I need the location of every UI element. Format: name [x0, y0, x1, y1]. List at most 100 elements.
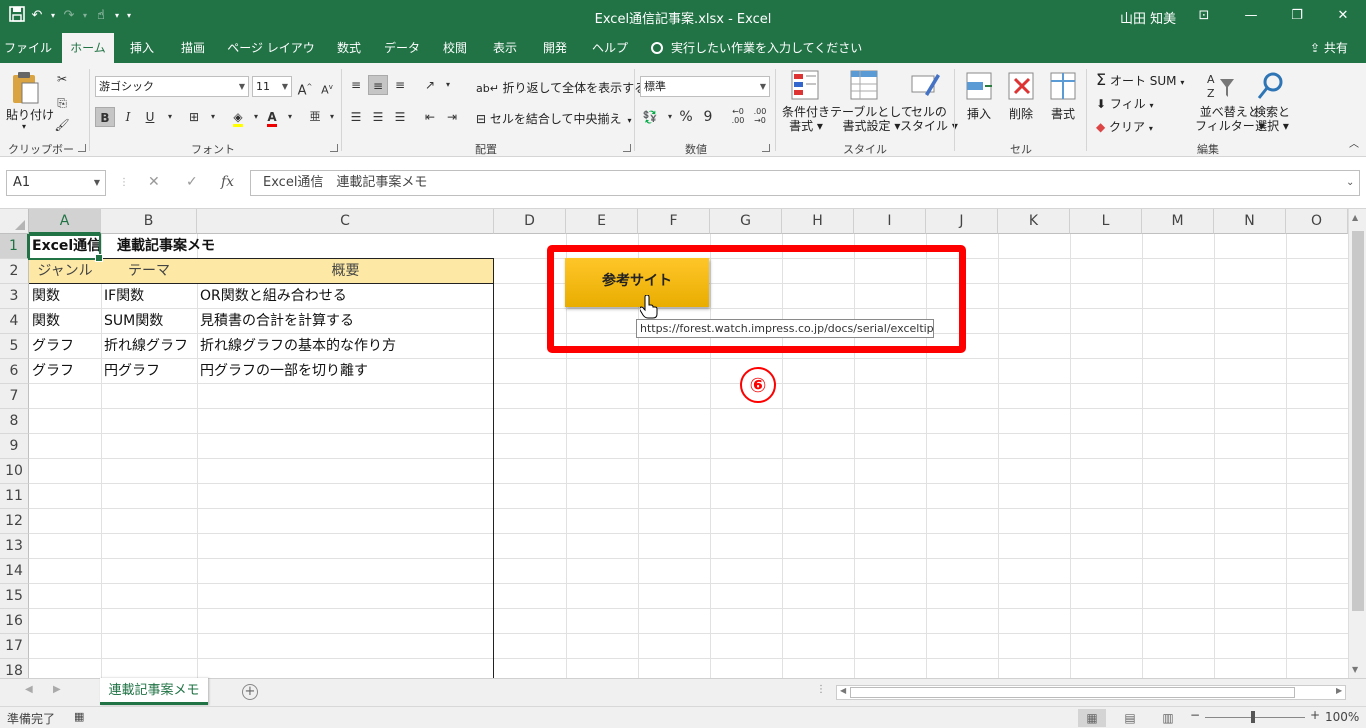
decrease-indent-icon[interactable]: ⇤: [420, 107, 440, 127]
sheet-next-icon[interactable]: ▶: [53, 684, 61, 695]
row-header-1[interactable]: 1: [0, 234, 29, 259]
merge-center-button[interactable]: ⊟ セルを結合して中央揃え ▾: [476, 110, 632, 127]
table-cell[interactable]: SUM関数: [101, 309, 163, 334]
row-header-2[interactable]: 2: [0, 259, 29, 284]
column-header-m[interactable]: M: [1142, 209, 1214, 234]
font-launcher-icon[interactable]: [330, 144, 338, 152]
row-header-16[interactable]: 16: [0, 609, 29, 634]
add-sheet-icon[interactable]: +: [242, 684, 258, 700]
row-header-3[interactable]: 3: [0, 284, 29, 309]
table-cell[interactable]: 折れ線グラフ: [101, 334, 188, 359]
scroll-left-icon[interactable]: ◀: [840, 686, 846, 695]
share-button[interactable]: ⇪ 共有: [1310, 33, 1348, 63]
cut-icon[interactable]: ✂: [52, 69, 72, 89]
column-header-i[interactable]: I: [854, 209, 926, 234]
table-cell[interactable]: 折れ線グラフの基本的な作り方: [197, 334, 396, 359]
cancel-entry-icon[interactable]: ✕: [148, 174, 160, 190]
scroll-thumb[interactable]: [1352, 231, 1364, 611]
tab-data[interactable]: データ: [376, 33, 428, 63]
restore-icon[interactable]: ❐: [1282, 4, 1312, 28]
column-header-o[interactable]: O: [1286, 209, 1348, 234]
row-header-4[interactable]: 4: [0, 309, 29, 334]
user-name[interactable]: 山田 知美: [1120, 8, 1176, 27]
underline-dropdown-icon[interactable]: ▾: [160, 107, 180, 127]
cell-styles-label[interactable]: セルの スタイル ▾: [900, 105, 958, 133]
row-header-17[interactable]: 17: [0, 634, 29, 659]
increase-indent-icon[interactable]: ⇥: [442, 107, 462, 127]
table-cell[interactable]: 円グラフ: [101, 359, 160, 384]
column-header-e[interactable]: E: [566, 209, 638, 234]
format-cells-icon[interactable]: [1049, 71, 1077, 104]
name-box[interactable]: A1 ▼: [6, 170, 106, 196]
number-launcher-icon[interactable]: [762, 144, 770, 152]
table-cell[interactable]: 見積書の合計を計算する: [197, 309, 354, 334]
tab-insert[interactable]: 挿入: [120, 33, 164, 63]
row-header-14[interactable]: 14: [0, 559, 29, 584]
zoom-out-icon[interactable]: −: [1190, 708, 1200, 722]
row-header-9[interactable]: 9: [0, 434, 29, 459]
zoom-in-icon[interactable]: +: [1310, 708, 1320, 722]
row-header-6[interactable]: 6: [0, 359, 29, 384]
row-header-13[interactable]: 13: [0, 534, 29, 559]
percent-button[interactable]: %: [676, 107, 696, 127]
delete-cells-icon[interactable]: [1007, 71, 1035, 104]
align-right-icon[interactable]: ☰: [390, 107, 410, 127]
row-header-18[interactable]: 18: [0, 659, 29, 678]
row-header-7[interactable]: 7: [0, 384, 29, 409]
collapse-ribbon-icon[interactable]: ︿: [1344, 135, 1364, 155]
increase-decimal-icon[interactable]: ←0.00: [728, 107, 748, 127]
confirm-entry-icon[interactable]: ✓: [186, 174, 198, 190]
close-icon[interactable]: ✕: [1328, 4, 1358, 28]
insert-cells-icon[interactable]: [965, 71, 993, 104]
sheet-tab-active[interactable]: 連載記事案メモ: [100, 678, 208, 705]
fill-color-icon[interactable]: ◈: [228, 107, 248, 127]
align-center-icon[interactable]: ☰: [368, 107, 388, 127]
tab-developer[interactable]: 開発: [532, 33, 578, 63]
comma-button[interactable]: 9: [698, 107, 718, 127]
header-genre[interactable]: ジャンル: [29, 259, 101, 284]
table-cell[interactable]: 円グラフの一部を切り離す: [197, 359, 368, 384]
column-header-d[interactable]: D: [494, 209, 566, 234]
select-all-corner[interactable]: [0, 209, 29, 234]
tab-formulas[interactable]: 数式: [326, 33, 372, 63]
autosum-button[interactable]: Σ オート SUM ▾: [1096, 70, 1184, 89]
formula-input[interactable]: Excel通信 連載記事案メモ: [250, 170, 1360, 196]
zoom-slider-thumb[interactable]: [1251, 711, 1255, 723]
orientation-dropdown-icon[interactable]: ▾: [438, 75, 458, 95]
orientation-icon[interactable]: ↗: [420, 75, 440, 95]
align-middle-icon[interactable]: ≡: [368, 75, 388, 95]
insert-function-icon[interactable]: fx: [221, 174, 234, 190]
scroll-right-icon[interactable]: ▶: [1336, 686, 1342, 695]
cell-styles-icon[interactable]: [911, 70, 941, 105]
paste-icon[interactable]: [10, 71, 40, 108]
font-name-combo[interactable]: 游ゴシック ▼: [95, 76, 249, 97]
row-header-8[interactable]: 8: [0, 409, 29, 434]
tab-view[interactable]: 表示: [482, 33, 528, 63]
copy-icon[interactable]: ⎘: [52, 93, 72, 113]
column-header-n[interactable]: N: [1214, 209, 1286, 234]
font-color-icon[interactable]: A: [262, 107, 282, 127]
zoom-slider[interactable]: [1205, 717, 1305, 718]
number-format-combo[interactable]: 標準 ▼: [640, 76, 770, 97]
table-cell[interactable]: 関数: [29, 309, 60, 334]
format-cells-label[interactable]: 書式: [1051, 105, 1075, 122]
column-header-f[interactable]: F: [638, 209, 710, 234]
grow-font-icon[interactable]: A^: [295, 77, 315, 98]
format-painter-icon[interactable]: 🖌: [52, 115, 72, 135]
align-bottom-icon[interactable]: ≡: [390, 75, 410, 95]
align-top-icon[interactable]: ≡: [346, 75, 366, 95]
paste-label[interactable]: 貼り付け: [6, 106, 54, 123]
table-cell[interactable]: 関数: [29, 284, 60, 309]
page-break-view-icon[interactable]: ▥: [1154, 709, 1182, 727]
header-theme[interactable]: テーマ: [101, 259, 197, 284]
normal-view-icon[interactable]: ▦: [1078, 709, 1106, 727]
font-color-dropdown-icon[interactable]: ▾: [280, 107, 300, 127]
scroll-down-icon[interactable]: ▼: [1352, 665, 1358, 674]
wrap-text-button[interactable]: ab↵ 折り返して全体を表示する: [476, 79, 646, 96]
macro-record-icon[interactable]: ▦: [74, 710, 84, 723]
italic-button[interactable]: I: [118, 107, 138, 127]
horizontal-scroll-thumb[interactable]: [850, 687, 1295, 698]
borders-dropdown-icon[interactable]: ▾: [203, 107, 223, 127]
column-header-h[interactable]: H: [782, 209, 854, 234]
conditional-formatting-label[interactable]: 条件付き 書式 ▾: [782, 105, 830, 133]
